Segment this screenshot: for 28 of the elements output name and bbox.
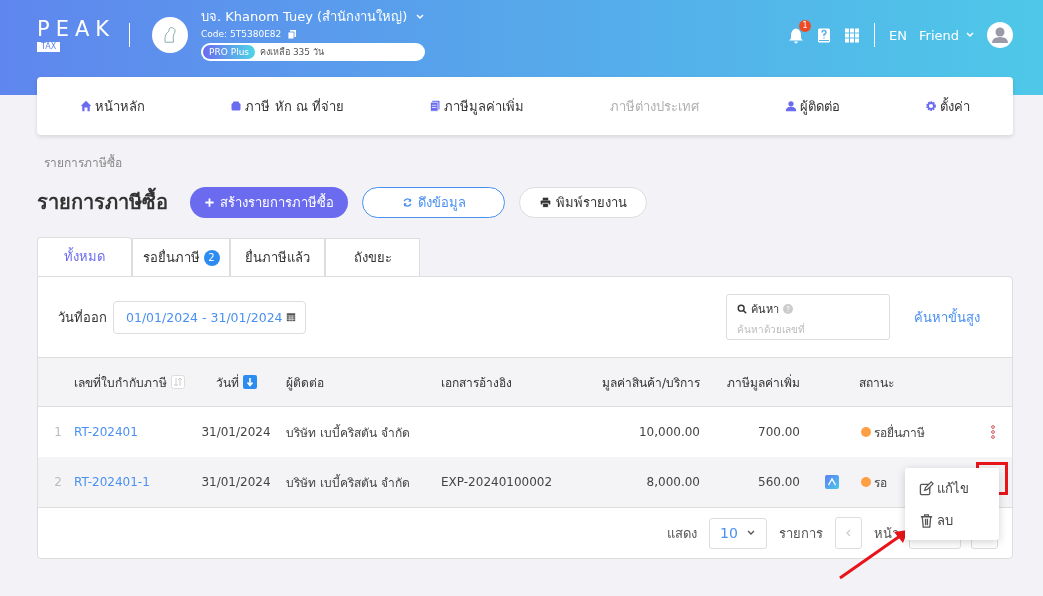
table-cell: 560.00	[758, 475, 800, 489]
company-name: บจ. Khanom Tuey (สำนักงานใหญ่)	[201, 8, 408, 26]
page-size-label: แสดง	[667, 524, 697, 543]
count-badge: 2	[203, 249, 220, 266]
status-text: รอยื่นภาษี	[874, 423, 925, 442]
table-cell: 8,000.00	[646, 475, 700, 489]
page-title: รายการภาษีซื้อ	[37, 186, 168, 218]
table-cell: 31/01/2024	[201, 425, 271, 439]
row-number: 2	[54, 475, 62, 489]
plan-name: PRO Plus	[203, 45, 256, 59]
company-code: Code: 5T5380E82	[201, 29, 282, 39]
date-label: วันที่ออก	[58, 308, 107, 327]
table-cell: 700.00	[758, 425, 800, 439]
table-cell: 10,000.00	[638, 425, 700, 439]
status-text: รอ	[874, 474, 887, 492]
logo-badge: TAX	[37, 42, 61, 52]
row-number: 1	[54, 425, 62, 439]
items-label: รายการ	[779, 524, 823, 543]
plan-remaining: คงเหลือ 335 วัน	[260, 46, 324, 59]
notification-count: 1	[799, 19, 812, 32]
page-size-value: 10	[720, 525, 738, 541]
table-cell: 31/01/2024	[201, 475, 271, 489]
search-label: ค้นหา	[751, 302, 779, 318]
logo-text: PEAK	[37, 18, 116, 40]
user-name: Friend	[919, 27, 959, 43]
table-cell-text: บริษัท เบบี้คริสตัน จำกัด	[286, 423, 410, 442]
table-cell-text: บริษัท เบบี้คริสตัน จำกัด	[286, 473, 410, 492]
table-cell: EXP-20240100002	[441, 475, 553, 489]
